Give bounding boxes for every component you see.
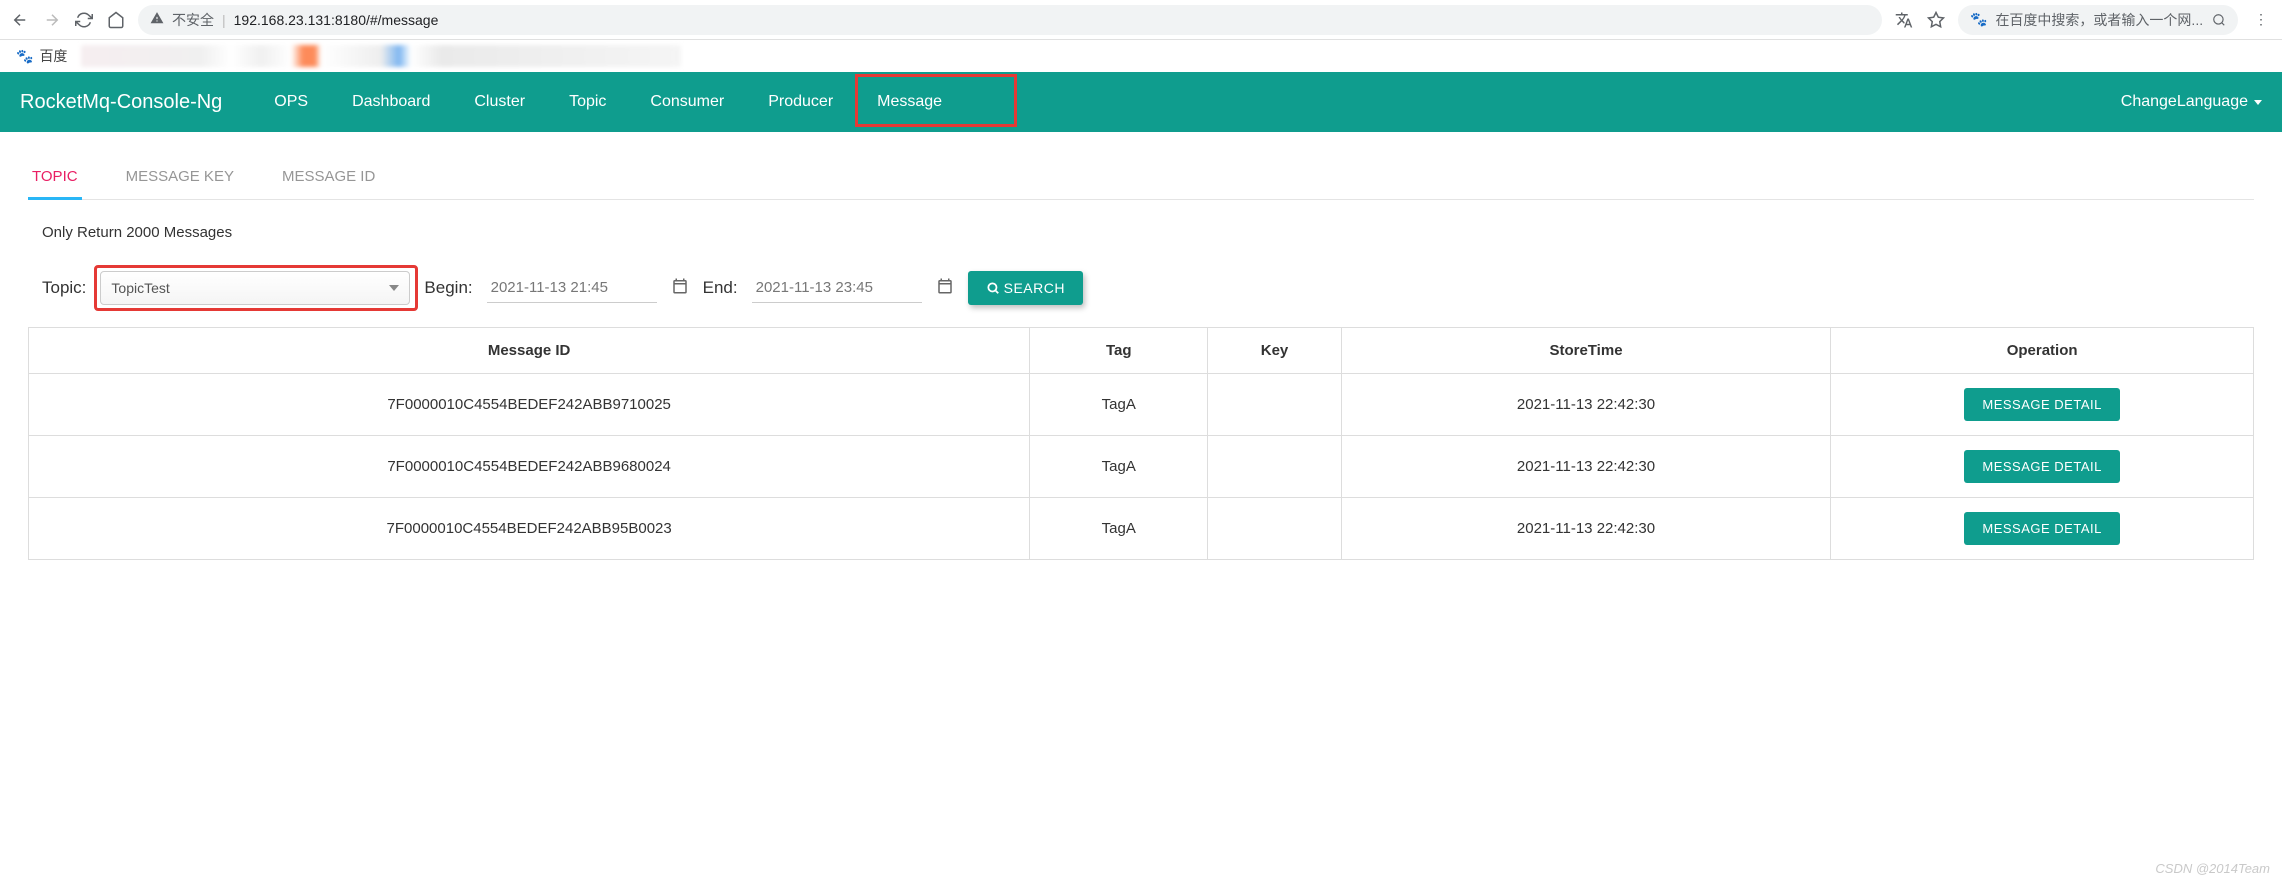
- baidu-paw-icon: 🐾: [1970, 11, 1987, 28]
- header-tag: Tag: [1030, 328, 1208, 374]
- separator: |: [222, 12, 226, 28]
- chevron-down-icon: [2254, 100, 2262, 105]
- language-dropdown[interactable]: ChangeLanguage: [2121, 93, 2262, 111]
- cell-msgid: 7F0000010C4554BEDEF242ABB95B0023: [29, 498, 1030, 560]
- sub-tabs: TOPIC MESSAGE KEY MESSAGE ID: [28, 156, 2254, 200]
- table-row: 7F0000010C4554BEDEF242ABB95B0023TagA 2021…: [29, 498, 2254, 560]
- cell-op: MESSAGE DETAIL: [1831, 498, 2254, 560]
- end-label: End:: [703, 278, 738, 298]
- nav-message[interactable]: Message: [855, 72, 964, 132]
- language-label: ChangeLanguage: [2121, 93, 2248, 111]
- begin-input[interactable]: [487, 273, 657, 303]
- nav-cluster[interactable]: Cluster: [452, 72, 547, 132]
- topic-select-value: TopicTest: [111, 280, 169, 296]
- header-key: Key: [1208, 328, 1342, 374]
- nav-producer[interactable]: Producer: [746, 72, 855, 132]
- cell-msgid: 7F0000010C4554BEDEF242ABB9680024: [29, 436, 1030, 498]
- cell-key: [1208, 374, 1342, 436]
- tab-message-id[interactable]: MESSAGE ID: [278, 156, 379, 200]
- topic-select[interactable]: TopicTest: [100, 271, 410, 305]
- cell-tag: TagA: [1030, 436, 1208, 498]
- cell-tag: TagA: [1030, 498, 1208, 560]
- insecure-label: 不安全: [172, 10, 214, 30]
- search-button-label: SEARCH: [1004, 280, 1065, 296]
- tab-message-key[interactable]: MESSAGE KEY: [122, 156, 238, 200]
- cell-key: [1208, 436, 1342, 498]
- calendar-icon[interactable]: [671, 277, 689, 300]
- table-row: 7F0000010C4554BEDEF242ABB9680024TagA 2021…: [29, 436, 2254, 498]
- end-input[interactable]: [752, 273, 922, 303]
- nav-topic[interactable]: Topic: [547, 72, 628, 132]
- app-navbar: RocketMq-Console-Ng OPS Dashboard Cluste…: [0, 72, 2282, 132]
- forward-button[interactable]: [42, 10, 62, 30]
- info-text: Only Return 2000 Messages: [28, 224, 2254, 241]
- address-bar[interactable]: 不安全 | 192.168.23.131:8180/#/message: [138, 5, 1882, 35]
- begin-label: Begin:: [424, 278, 472, 298]
- search-button[interactable]: SEARCH: [968, 271, 1083, 305]
- cell-key: [1208, 498, 1342, 560]
- table-row: 7F0000010C4554BEDEF242ABB9710025TagA 2021…: [29, 374, 2254, 436]
- home-button[interactable]: [106, 10, 126, 30]
- omnibox-search[interactable]: 🐾 在百度中搜索，或者输入一个网...: [1958, 5, 2238, 35]
- table-header-row: Message ID Tag Key StoreTime Operation: [29, 328, 2254, 374]
- browser-menu-icon[interactable]: ⋮: [2250, 11, 2272, 28]
- browser-toolbar: 不安全 | 192.168.23.131:8180/#/message 🐾 在百…: [0, 0, 2282, 40]
- topic-label: Topic:: [42, 278, 86, 298]
- nav-consumer[interactable]: Consumer: [628, 72, 746, 132]
- search-icon: [986, 281, 1000, 295]
- cell-op: MESSAGE DETAIL: [1831, 436, 2254, 498]
- baidu-paw-icon: 🐾: [16, 48, 33, 65]
- insecure-icon: [150, 11, 164, 28]
- back-button[interactable]: [10, 10, 30, 30]
- cell-time: 2021-11-13 22:42:30: [1341, 436, 1831, 498]
- header-msgid: Message ID: [29, 328, 1030, 374]
- nav-ops[interactable]: OPS: [252, 72, 330, 132]
- cell-op: MESSAGE DETAIL: [1831, 374, 2254, 436]
- cell-msgid: 7F0000010C4554BEDEF242ABB9710025: [29, 374, 1030, 436]
- search-placeholder: 在百度中搜索，或者输入一个网...: [1995, 10, 2203, 30]
- watermark: CSDN @2014Team: [2155, 861, 2270, 876]
- blurred-bookmarks: [81, 45, 681, 67]
- cell-time: 2021-11-13 22:42:30: [1341, 374, 1831, 436]
- reload-button[interactable]: [74, 10, 94, 30]
- cell-tag: TagA: [1030, 374, 1208, 436]
- main-content: TOPIC MESSAGE KEY MESSAGE ID Only Return…: [0, 132, 2282, 584]
- header-time: StoreTime: [1341, 328, 1831, 374]
- bookmark-bar: 🐾 百度: [0, 40, 2282, 72]
- message-detail-button[interactable]: MESSAGE DETAIL: [1964, 450, 2119, 483]
- star-icon[interactable]: [1926, 10, 1946, 30]
- header-op: Operation: [1831, 328, 2254, 374]
- brand-title[interactable]: RocketMq-Console-Ng: [20, 91, 222, 114]
- bookmark-baidu[interactable]: 百度: [39, 46, 67, 66]
- nav-dashboard[interactable]: Dashboard: [330, 72, 452, 132]
- filter-row: Topic: TopicTest Begin: End: SEARCH: [28, 271, 2254, 305]
- calendar-icon[interactable]: [936, 277, 954, 300]
- url-text: 192.168.23.131:8180/#/message: [234, 12, 439, 28]
- message-table: Message ID Tag Key StoreTime Operation 7…: [28, 327, 2254, 560]
- tab-topic[interactable]: TOPIC: [28, 156, 82, 200]
- cell-time: 2021-11-13 22:42:30: [1341, 498, 1831, 560]
- message-detail-button[interactable]: MESSAGE DETAIL: [1964, 388, 2119, 421]
- translate-icon[interactable]: [1894, 10, 1914, 30]
- message-detail-button[interactable]: MESSAGE DETAIL: [1964, 512, 2119, 545]
